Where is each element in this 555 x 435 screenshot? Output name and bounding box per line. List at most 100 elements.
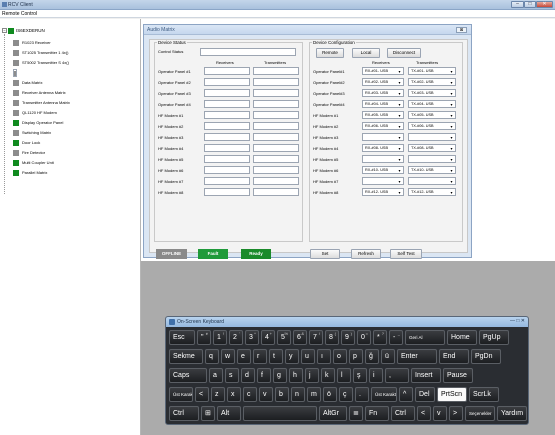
maximize-button[interactable]: □ [524, 1, 536, 8]
key-o[interactable]: o [333, 349, 347, 364]
key-b[interactable]: b [275, 387, 289, 402]
key-pgdn[interactable]: PgDn [471, 349, 501, 364]
dropdown-arrow-icon[interactable]: ▾ [397, 146, 402, 151]
key-6[interactable]: 6 & [293, 330, 307, 345]
receiver-select[interactable]: RX-#02- USB ▾ [362, 78, 404, 86]
dropdown-arrow-icon[interactable]: ▾ [397, 190, 402, 195]
key-[interactable]: ≣ [349, 406, 363, 421]
key-7[interactable]: 7/ [309, 330, 323, 345]
key-[interactable]: , [385, 368, 409, 383]
dropdown-arrow-icon[interactable]: ▾ [449, 102, 454, 107]
dropdown-arrow-icon[interactable]: ▾ [397, 113, 402, 118]
key-sekme[interactable]: Sekme [169, 349, 203, 364]
key-esc[interactable]: Esc [169, 330, 195, 345]
key-[interactable]: < [417, 406, 431, 421]
receiver-select[interactable]: RX-#06- USB ▾ [362, 122, 404, 130]
receiver-select[interactable]: RX-#04- USB ▾ [362, 100, 404, 108]
receiver-select[interactable]: RX-#08- USB ▾ [362, 144, 404, 152]
receiver-select[interactable]: ▾ [362, 177, 404, 185]
key-t[interactable]: t [269, 349, 283, 364]
key-s[interactable]: s [225, 368, 239, 383]
key-v[interactable]: v [433, 406, 447, 421]
key-ş[interactable]: ş [353, 368, 367, 383]
key-u[interactable]: u [301, 349, 315, 364]
key-yardım[interactable]: Yardım [497, 406, 527, 421]
key-a[interactable]: a [209, 368, 223, 383]
key-ü[interactable]: ü [381, 349, 395, 364]
transmitter-select[interactable]: TX-#05- USB ▾ [408, 111, 456, 119]
receiver-select[interactable]: ▾ [362, 155, 404, 163]
key-i[interactable]: i [369, 368, 383, 383]
key-insert[interactable]: Insert [411, 368, 441, 383]
key-r[interactable]: r [253, 349, 267, 364]
key-caps[interactable]: Caps [169, 368, 207, 383]
key-l[interactable]: l [337, 368, 351, 383]
key-enter[interactable]: Enter [397, 349, 437, 364]
key-üstkarakter[interactable]: Üst Karakter [169, 387, 193, 402]
menu-remote-control[interactable]: Remote Control [2, 11, 37, 17]
key-g[interactable]: g [273, 368, 287, 383]
dropdown-arrow-icon[interactable]: ▾ [397, 179, 402, 184]
local-button[interactable]: Local [352, 48, 380, 58]
key-q[interactable]: q [205, 349, 219, 364]
key-ö[interactable]: ö [323, 387, 337, 402]
dropdown-arrow-icon[interactable]: ▾ [449, 135, 454, 140]
key-[interactable]: ^ [399, 387, 413, 402]
dropdown-arrow-icon[interactable]: ▾ [449, 146, 454, 151]
key-pgup[interactable]: PgUp [479, 330, 509, 345]
self-test-button[interactable]: Self Test [390, 249, 422, 259]
key-del[interactable]: Del [415, 387, 435, 402]
key-ctrl[interactable]: Ctrl [391, 406, 415, 421]
key-k[interactable]: k [321, 368, 335, 383]
transmitter-select[interactable]: TX-#08- USB ▾ [408, 144, 456, 152]
transmitter-select[interactable]: TX-#04- USB ▾ [408, 100, 456, 108]
key-ç[interactable]: ç [339, 387, 353, 402]
key-c[interactable]: c [243, 387, 257, 402]
receiver-select[interactable]: RX-#05- USB ▾ [362, 111, 404, 119]
key-ğ[interactable]: ğ [365, 349, 379, 364]
dropdown-arrow-icon[interactable]: ▾ [449, 157, 454, 162]
dropdown-arrow-icon[interactable]: ▾ [397, 135, 402, 140]
key-9[interactable]: 9) [341, 330, 355, 345]
key-[interactable]: . [355, 387, 369, 402]
key-y[interactable]: y [285, 349, 299, 364]
tree-root[interactable]: − IS6EXDERUN [2, 27, 82, 35]
transmitter-select[interactable]: TX-#03- USB ▾ [408, 89, 456, 97]
dropdown-arrow-icon[interactable]: ▾ [449, 113, 454, 118]
key-scrlk[interactable]: ScrLk [469, 387, 499, 402]
key-4[interactable]: 4 + [261, 330, 275, 345]
key-[interactable]: < [195, 387, 209, 402]
keyboard-window-controls[interactable]: — □ ✕ [510, 318, 525, 324]
key-f[interactable]: f [257, 368, 271, 383]
remote-button[interactable]: Remote [316, 48, 344, 58]
audio-matrix-close-button[interactable]: ⊠ [456, 27, 467, 33]
refresh-button[interactable]: Refresh [351, 249, 381, 259]
dropdown-arrow-icon[interactable]: ▾ [397, 157, 402, 162]
key-j[interactable]: j [305, 368, 319, 383]
key-5[interactable]: 5% [277, 330, 291, 345]
transmitter-select[interactable]: ▾ [408, 177, 456, 185]
key-[interactable]: ⊞ [201, 406, 215, 421]
disconnect-button[interactable]: Disconnect [387, 48, 421, 58]
key-ctrl[interactable]: Ctrl [169, 406, 199, 421]
dropdown-arrow-icon[interactable]: ▾ [449, 190, 454, 195]
key-üstkarakter[interactable]: Üst Karakter [371, 387, 397, 402]
key-h[interactable]: h [289, 368, 303, 383]
key-d[interactable]: d [241, 368, 255, 383]
transmitter-select[interactable]: TX-#01- USB ▾ [408, 67, 456, 75]
transmitter-select[interactable]: TX-#10- USB ▾ [408, 166, 456, 174]
key-fn[interactable]: Fn [365, 406, 389, 421]
key-8[interactable]: 8( [325, 330, 339, 345]
key-prtscn[interactable]: PrtScn [437, 387, 467, 402]
key-n[interactable]: n [291, 387, 305, 402]
receiver-select[interactable]: ▾ [362, 133, 404, 141]
key-w[interactable]: w [221, 349, 235, 364]
dropdown-arrow-icon[interactable]: ▾ [449, 91, 454, 96]
key-pause[interactable]: Pause [443, 368, 473, 383]
key-1[interactable]: 1! [213, 330, 227, 345]
transmitter-select[interactable]: ▾ [408, 155, 456, 163]
dropdown-arrow-icon[interactable]: ▾ [449, 179, 454, 184]
key-2[interactable]: 2 ' [229, 330, 243, 345]
dropdown-arrow-icon[interactable]: ▾ [397, 80, 402, 85]
dropdown-arrow-icon[interactable]: ▾ [397, 91, 402, 96]
